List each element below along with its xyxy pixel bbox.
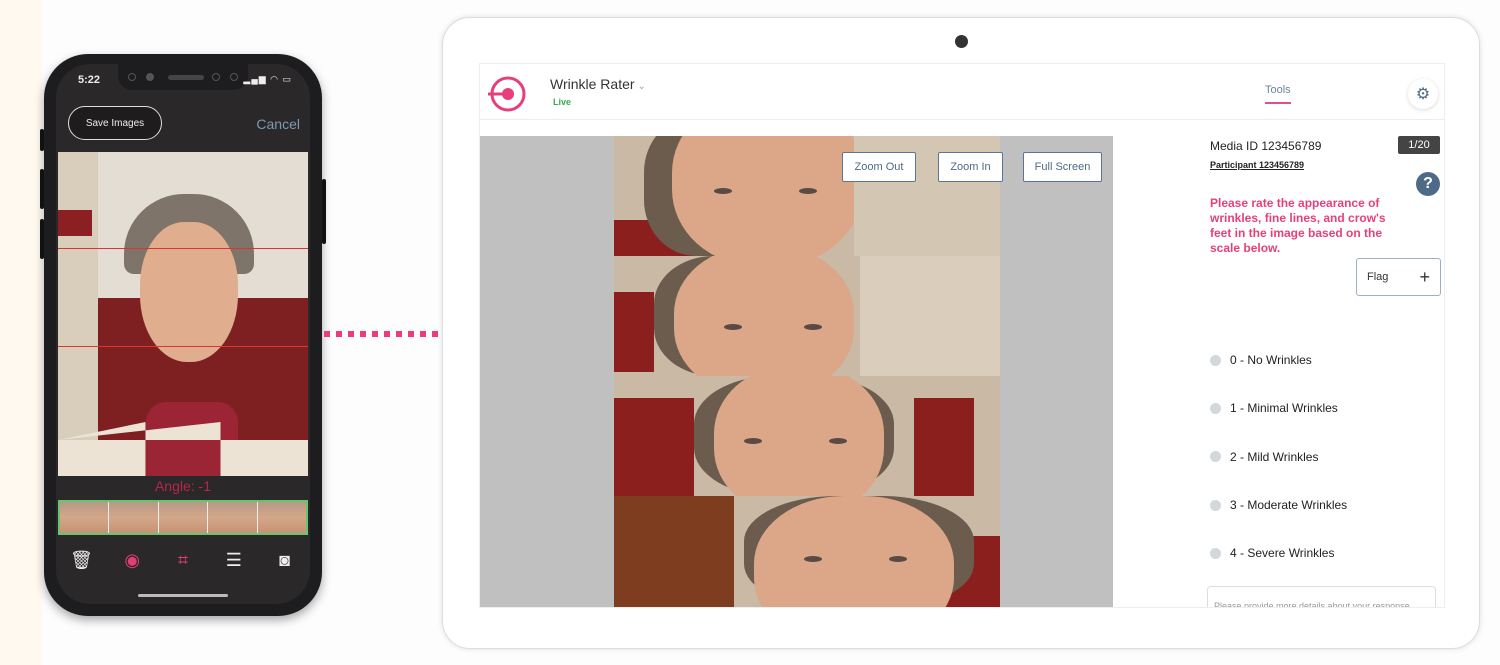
face-strip: [614, 256, 1000, 376]
captured-face-photo: [58, 152, 308, 476]
radio-button[interactable]: [1210, 547, 1221, 559]
face-strip: [614, 376, 1000, 496]
app-header: Wrinkle Rater ⌄ Live Tools ⚙: [480, 64, 1444, 120]
crop-icon[interactable]: ⌗: [168, 550, 198, 571]
project-title-dropdown[interactable]: Wrinkle Rater ⌄: [550, 76, 646, 92]
gear-icon[interactable]: ⚙: [1408, 79, 1438, 109]
option-label: 4 - Severe Wrinkles: [1230, 546, 1335, 561]
phone-screen: 5:22 ▂▄▆ ◠ ▭ Save Images Cancel Angle: -…: [56, 64, 310, 604]
status-badge: Live: [553, 97, 572, 107]
zoom-out-button[interactable]: Zoom Out: [842, 152, 916, 182]
rating-option-4[interactable]: 4 - Severe Wrinkles: [1210, 529, 1444, 577]
radio-button[interactable]: [1210, 402, 1221, 414]
full-screen-button[interactable]: Full Screen: [1023, 152, 1102, 182]
film-thumbnail[interactable]: [158, 502, 209, 533]
phone-volume-down: [40, 219, 44, 259]
rating-panel: Media ID 123456789 1/20 Participant 1234…: [1207, 136, 1444, 607]
dotted-connector: [324, 331, 444, 337]
flag-button[interactable]: Flag +: [1356, 258, 1441, 296]
radio-button[interactable]: [1210, 354, 1221, 366]
option-label: 1 - Minimal Wrinkles: [1230, 401, 1338, 416]
zoom-in-button[interactable]: Zoom In: [938, 152, 1003, 182]
radio-button[interactable]: [1210, 499, 1221, 511]
option-label: 3 - Moderate Wrinkles: [1230, 498, 1348, 513]
phone-side-button: [40, 129, 44, 151]
trash-icon[interactable]: 🗑: [66, 550, 96, 571]
phone-volume-up: [40, 169, 44, 209]
eye-icon[interactable]: ◉: [117, 550, 147, 571]
tablet-camera: [955, 35, 968, 48]
media-counter: 1/20: [1398, 136, 1440, 154]
alignment-guide-bottom: [58, 346, 308, 347]
details-textarea[interactable]: Please provide more details about your r…: [1207, 586, 1436, 607]
sliders-icon[interactable]: ☰: [219, 550, 249, 571]
rating-option-0[interactable]: 0 - No Wrinkles: [1210, 336, 1444, 384]
option-label: 2 - Mild Wrinkles: [1230, 449, 1319, 464]
help-icon[interactable]: ?: [1416, 172, 1440, 196]
phone-notch: [118, 64, 248, 90]
flag-label: Flag: [1367, 271, 1389, 283]
face-strip: [614, 496, 1000, 607]
rating-option-2[interactable]: 2 - Mild Wrinkles: [1210, 433, 1444, 481]
film-thumbnail[interactable]: [109, 502, 159, 533]
option-label: 0 - No Wrinkles: [1230, 353, 1312, 368]
app-logo-icon: [488, 76, 526, 112]
phone-toolbar: 🗑 ◉ ⌗ ☰ ◙: [56, 542, 310, 578]
media-id: Media ID 123456789: [1210, 139, 1322, 153]
image-viewer: Zoom Out Zoom In Full Screen: [480, 136, 1113, 607]
rating-option-1[interactable]: 1 - Minimal Wrinkles: [1210, 384, 1444, 432]
plus-icon: +: [1419, 266, 1430, 287]
chevron-down-icon: ⌄: [637, 81, 646, 92]
alignment-guide-top: [58, 248, 308, 249]
image-strips: [614, 136, 1000, 607]
image-filmstrip[interactable]: [58, 500, 308, 535]
film-thumbnail[interactable]: [60, 502, 110, 533]
tablet-device: Wrinkle Rater ⌄ Live Tools ⚙ Zoom Out Zo…: [442, 17, 1480, 649]
radio-button[interactable]: [1210, 451, 1221, 463]
phone-power-button: [322, 179, 326, 244]
status-icons: ▂▄▆ ◠ ▭: [243, 74, 292, 84]
status-time: 5:22: [78, 74, 101, 86]
phone-device: 5:22 ▂▄▆ ◠ ▭ Save Images Cancel Angle: -…: [40, 54, 326, 616]
cancel-button[interactable]: Cancel: [256, 116, 300, 132]
rating-instruction: Please rate the appearance of wrinkles, …: [1210, 196, 1386, 255]
rating-options: 0 - No Wrinkles 1 - Minimal Wrinkles 2 -…: [1210, 336, 1444, 577]
wrinkle-rater-app: Wrinkle Rater ⌄ Live Tools ⚙ Zoom Out Zo…: [479, 63, 1445, 608]
film-thumbnail[interactable]: [257, 502, 307, 533]
rating-option-3[interactable]: 3 - Moderate Wrinkles: [1210, 481, 1444, 529]
background-strip: [0, 0, 42, 665]
tab-tools[interactable]: Tools: [1265, 84, 1291, 104]
angle-readout: Angle: -1: [154, 478, 212, 494]
film-thumbnail[interactable]: [208, 502, 258, 533]
participant-link[interactable]: Participant 123456789: [1210, 160, 1304, 170]
project-title: Wrinkle Rater: [550, 76, 635, 92]
home-indicator: [138, 594, 228, 597]
camera-switch-icon[interactable]: ◙: [270, 550, 300, 571]
save-images-button[interactable]: Save Images: [68, 106, 162, 140]
